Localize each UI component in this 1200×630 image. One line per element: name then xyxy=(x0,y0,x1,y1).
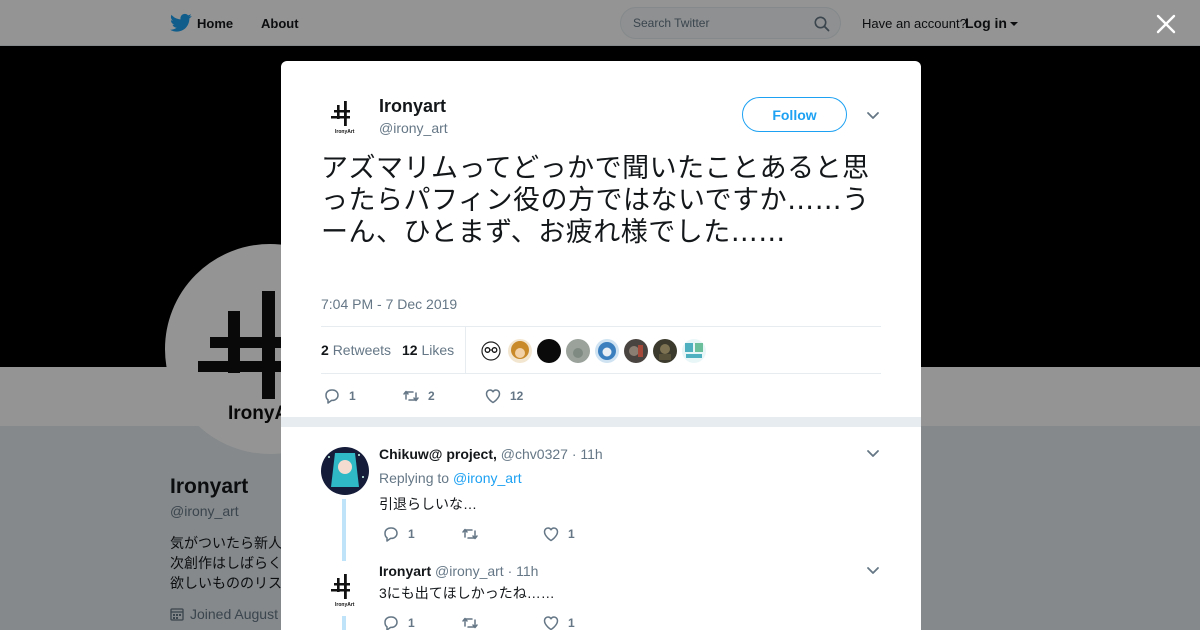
author-handle[interactable]: @irony_art xyxy=(379,120,448,136)
replying-prefix: Replying to xyxy=(379,470,450,486)
replying-to-link[interactable]: @irony_art xyxy=(453,470,522,486)
reply-text: 引退らしいな… xyxy=(379,496,477,512)
reply-count: 1 xyxy=(408,616,415,630)
liker-avatar[interactable] xyxy=(595,339,619,363)
liker-avatar[interactable] xyxy=(537,339,561,363)
retweet-icon xyxy=(403,390,419,402)
reply-time[interactable]: · 11h xyxy=(572,446,603,462)
reply-action[interactable]: 1 xyxy=(382,614,415,630)
avatar-black-icon xyxy=(537,339,561,363)
avatar-dark-icon xyxy=(624,339,648,363)
avatar-orange-icon xyxy=(508,339,532,363)
avatar-olive-icon xyxy=(653,339,677,363)
avatar-teal-icon xyxy=(682,339,706,363)
retweet-action[interactable]: 2 xyxy=(402,387,435,405)
chevron-down-icon[interactable] xyxy=(866,449,880,459)
liker-avatar[interactable] xyxy=(508,339,532,363)
liker-avatar[interactable] xyxy=(682,339,706,363)
reply-action[interactable]: 1 xyxy=(323,387,356,405)
reply-author-name[interactable]: Ironyart xyxy=(379,563,431,579)
tweet-text: アズマリムってどっかで聞いたことあると思ったらパフィン役の方ではないですか……う… xyxy=(321,153,870,248)
thread-line xyxy=(342,499,346,561)
likes-count: 12 xyxy=(402,342,418,358)
avatar-glasses-icon xyxy=(479,339,503,363)
ironyart-logo-icon: IronyArt xyxy=(321,564,369,612)
reply-author-name[interactable]: Chikuw@ project, xyxy=(379,446,497,462)
follow-button[interactable]: Follow xyxy=(742,97,847,132)
reply-count: 1 xyxy=(349,389,356,403)
retweet-icon xyxy=(462,528,478,540)
likes-label: Likes xyxy=(421,342,455,358)
thread-line xyxy=(342,616,346,630)
liker-avatar[interactable] xyxy=(653,339,677,363)
avatar-gray-icon xyxy=(566,339,590,363)
chevron-down-icon[interactable] xyxy=(866,111,880,121)
reply-icon xyxy=(325,389,339,404)
ironyart-logo-icon: IronyArt xyxy=(321,91,369,139)
reply-icon xyxy=(384,616,398,630)
tweet-modal: IronyArt Ironyart @irony_art Follow アズマリ… xyxy=(281,61,921,630)
reply-author-handle[interactable]: @irony_art xyxy=(435,563,504,579)
retweet-icon xyxy=(462,617,478,629)
avatar-anime-icon xyxy=(321,447,369,495)
reply-icon xyxy=(384,527,398,542)
retweets-count: 2 xyxy=(321,342,329,358)
like-count: 1 xyxy=(568,527,575,541)
liker-avatar[interactable] xyxy=(624,339,648,363)
reply-header: Ironyart @irony_art · 11h xyxy=(379,563,538,579)
tweet-timestamp[interactable]: 7:04 PM - 7 Dec 2019 xyxy=(321,296,457,312)
chevron-down-icon[interactable] xyxy=(866,566,880,576)
reply-text: 3にも出てほしかったね…… xyxy=(379,585,555,601)
heart-icon xyxy=(543,527,559,542)
replying-to: Replying to @irony_art xyxy=(379,470,522,486)
section-separator xyxy=(281,417,921,427)
retweets-stat[interactable]: 2 Retweets xyxy=(321,342,391,358)
tweet-stats: 2 Retweets 12 Likes xyxy=(321,326,881,374)
reply-author-handle[interactable]: @chv0327 xyxy=(501,446,568,462)
retweet-count: 2 xyxy=(428,389,435,403)
reply-time[interactable]: · 11h xyxy=(508,563,539,579)
heart-icon xyxy=(485,389,501,404)
like-count: 12 xyxy=(510,389,524,403)
author-avatar[interactable]: IronyArt xyxy=(321,91,369,139)
reply-avatar[interactable] xyxy=(321,447,369,495)
svg-text:IronyArt: IronyArt xyxy=(335,129,355,135)
svg-text:IronyArt: IronyArt xyxy=(335,602,355,608)
heart-icon xyxy=(543,616,559,630)
reply-header: Chikuw@ project, @chv0327 · 11h xyxy=(379,446,603,462)
like-count: 1 xyxy=(568,616,575,630)
avatar-blue-icon xyxy=(595,339,619,363)
stats-divider xyxy=(465,327,466,374)
retweet-action[interactable] xyxy=(461,614,487,630)
reply-count: 1 xyxy=(408,527,415,541)
liker-avatar[interactable] xyxy=(479,339,503,363)
retweets-label: Retweets xyxy=(332,342,392,358)
reply-action[interactable]: 1 xyxy=(382,525,415,543)
reply-avatar[interactable]: IronyArt xyxy=(321,564,369,612)
like-action[interactable]: 12 xyxy=(484,387,523,405)
retweet-action[interactable] xyxy=(461,525,487,543)
author-name[interactable]: Ironyart xyxy=(379,96,446,117)
like-action[interactable]: 1 xyxy=(542,614,575,630)
like-action[interactable]: 1 xyxy=(542,525,575,543)
likes-stat[interactable]: 12 Likes xyxy=(402,342,454,358)
close-icon[interactable] xyxy=(1155,12,1177,36)
liker-avatar[interactable] xyxy=(566,339,590,363)
